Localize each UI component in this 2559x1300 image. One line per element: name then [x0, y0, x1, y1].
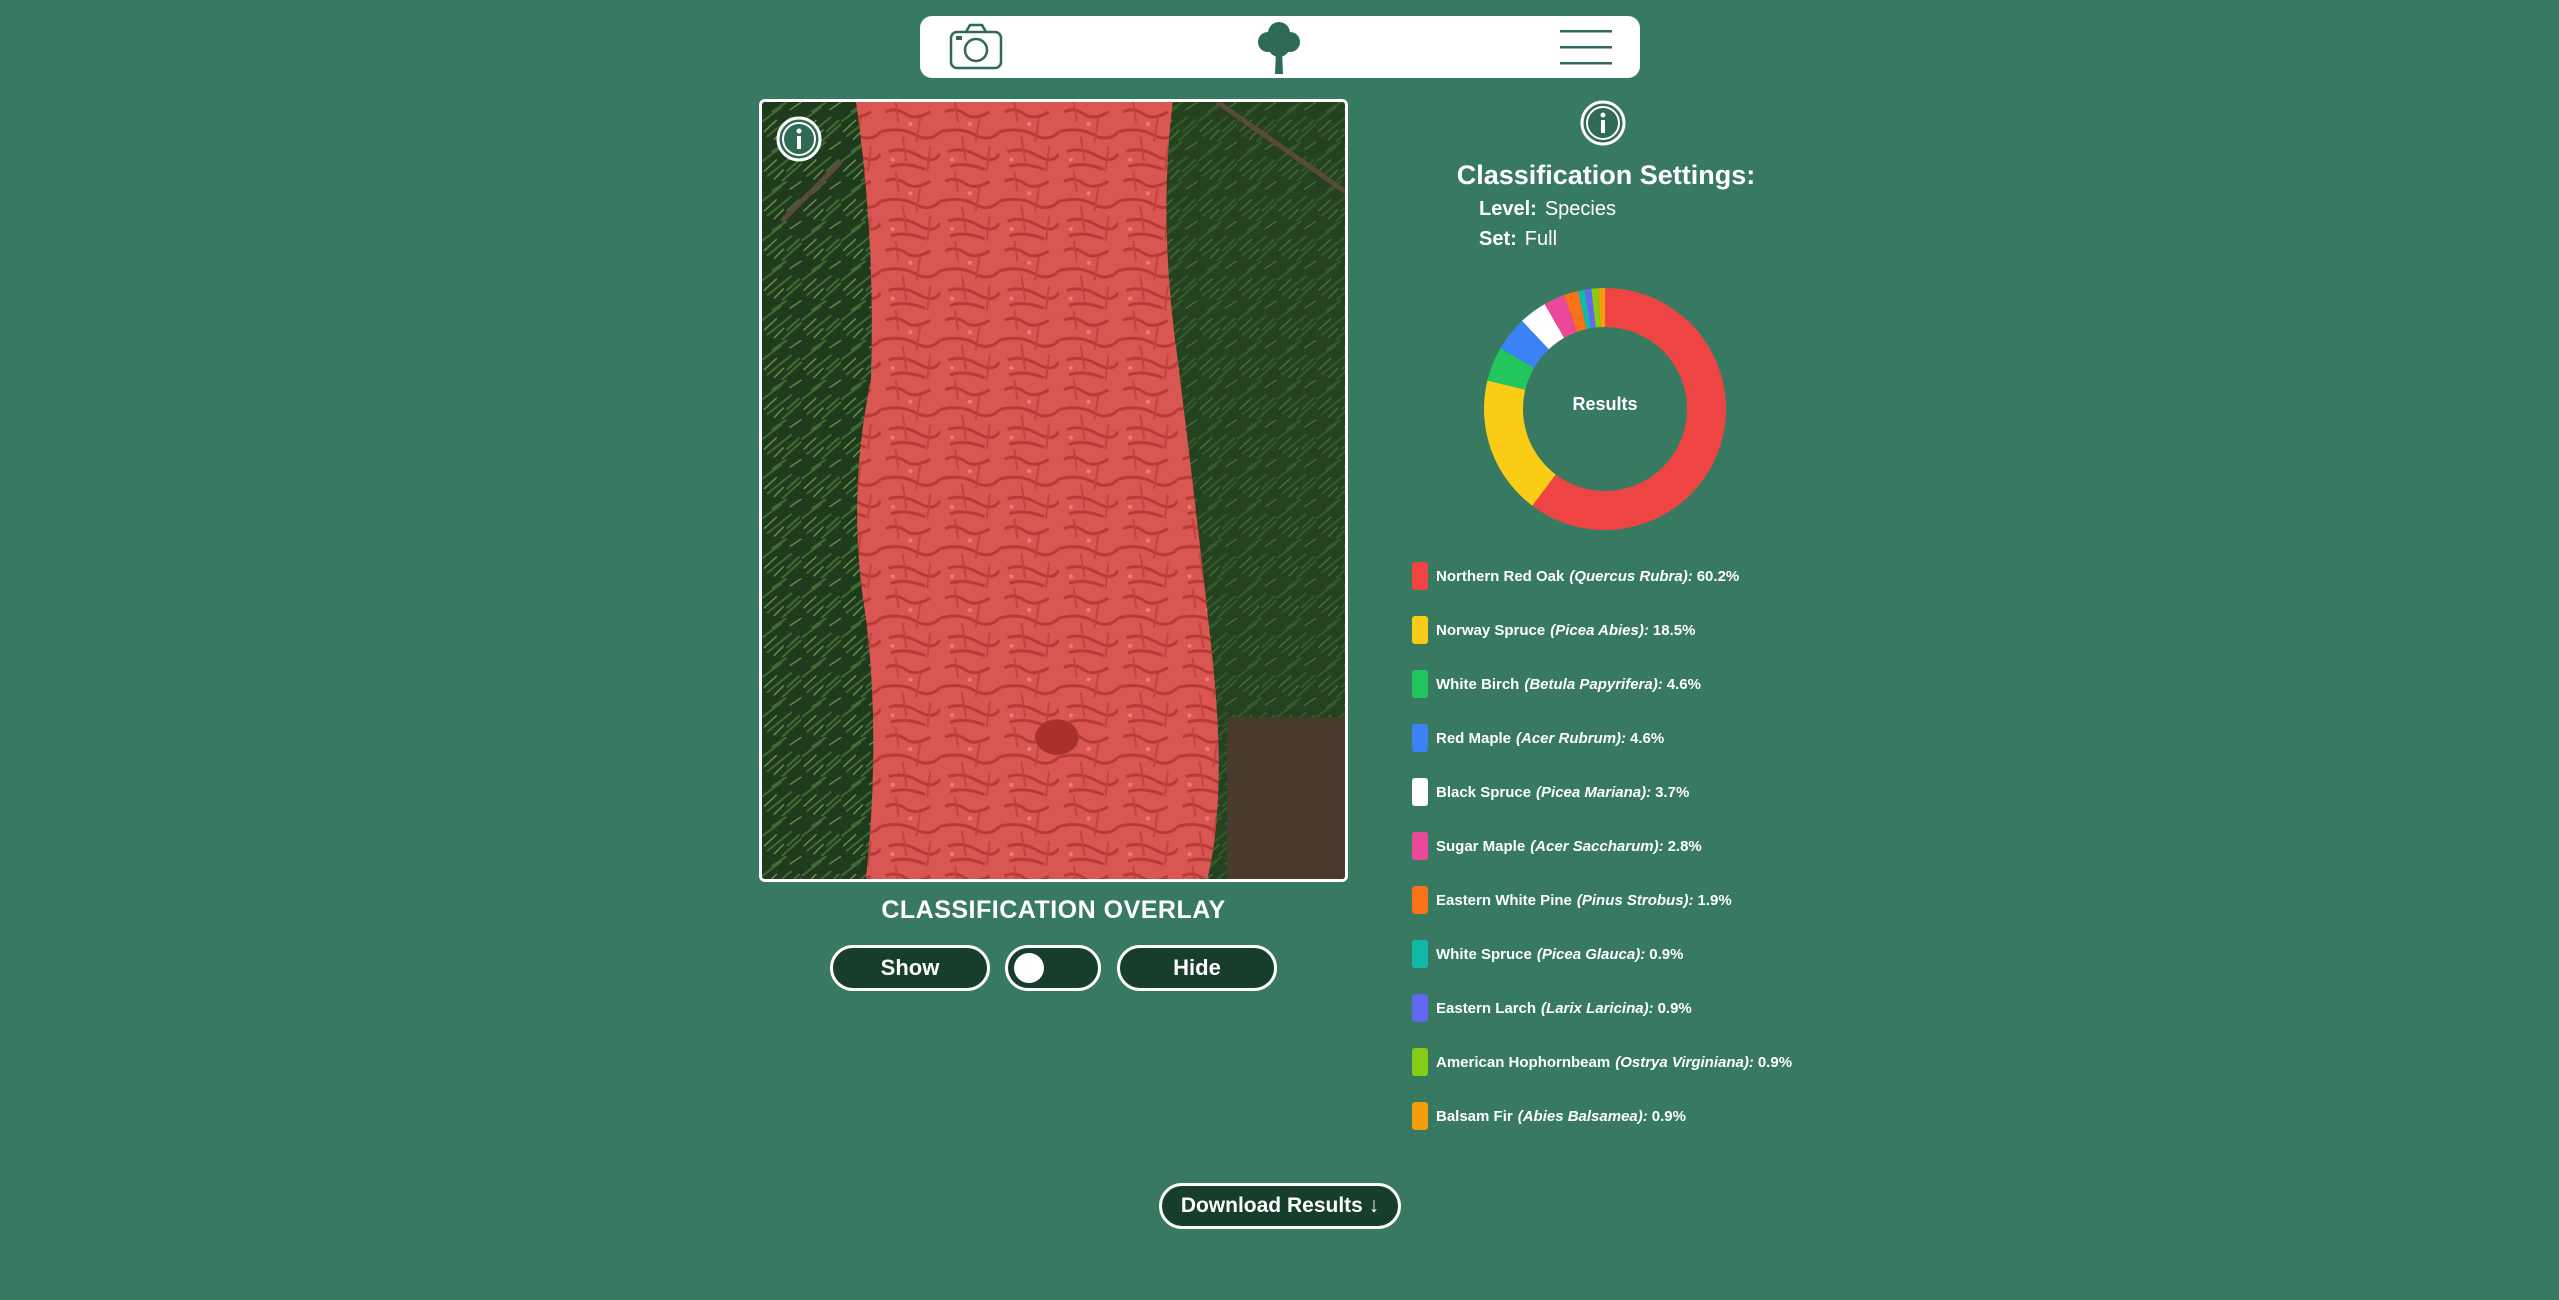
- legend-latin-name: (Acer Rubrum):: [1516, 729, 1627, 747]
- legend-item: American Hophornbeam (Ostrya Virginiana):…: [1412, 1048, 1792, 1076]
- legend-item: Sugar Maple (Acer Saccharum): 2.8%: [1412, 832, 1702, 860]
- legend-latin-name: (Larix Laricina):: [1541, 999, 1654, 1017]
- legend-swatch: [1412, 562, 1428, 590]
- settings-title: Classification Settings:: [1456, 160, 1756, 190]
- legend-swatch: [1412, 886, 1428, 914]
- legend-swatch: [1412, 724, 1428, 752]
- legend-swatch: [1412, 1102, 1428, 1130]
- legend-species-name: Northern Red Oak: [1436, 567, 1565, 585]
- legend-percentage: 0.9%: [1757, 1053, 1793, 1071]
- overlay-toggle[interactable]: [1005, 945, 1101, 991]
- legend-latin-name: (Pinus Strobus):: [1576, 891, 1694, 909]
- legend-percentage: 1.9%: [1697, 891, 1732, 909]
- legend-percentage: 0.9%: [1651, 1107, 1686, 1125]
- hamburger-menu-icon[interactable]: [1560, 28, 1612, 66]
- legend-percentage: 60.2%: [1696, 567, 1740, 585]
- legend-latin-name: (Picea Mariana):: [1536, 783, 1652, 801]
- setting-set-value: Full: [1524, 228, 1558, 250]
- legend-latin-name: (Quercus Rubra):: [1569, 567, 1693, 585]
- legend-species-name: American Hophornbeam: [1436, 1053, 1611, 1071]
- legend-swatch: [1412, 832, 1428, 860]
- legend-species-name: Balsam Fir: [1436, 1107, 1513, 1125]
- legend-item: Black Spruce (Picea Mariana): 3.7%: [1412, 778, 1689, 806]
- legend-species-name: Eastern White Pine: [1436, 891, 1572, 909]
- info-icon[interactable]: [776, 116, 822, 162]
- legend-item: Northern Red Oak (Quercus Rubra): 60.2%: [1412, 562, 1739, 590]
- legend-latin-name: (Picea Glauca):: [1536, 945, 1646, 963]
- legend-latin-name: (Picea Abies):: [1550, 621, 1649, 639]
- legend-percentage: 2.8%: [1667, 837, 1702, 855]
- legend-swatch: [1412, 1048, 1428, 1076]
- legend-species-name: Eastern Larch: [1436, 999, 1537, 1017]
- legend-latin-name: (Ostrya Virginiana):: [1615, 1053, 1754, 1071]
- legend-item: Eastern Larch (Larix Laricina): 0.9%: [1412, 994, 1692, 1022]
- donut-center-label: Results: [1572, 394, 1638, 414]
- top-navbar: [920, 16, 1640, 78]
- download-results-button[interactable]: Download Results ↓: [1159, 1183, 1401, 1229]
- show-overlay-button[interactable]: Show: [830, 945, 990, 991]
- setting-level-key: Level:: [1479, 198, 1537, 220]
- setting-level: Level: Species: [1479, 198, 1616, 221]
- legend-item: White Spruce (Picea Glauca): 0.9%: [1412, 940, 1683, 968]
- camera-icon[interactable]: [948, 22, 1004, 72]
- legend-swatch: [1412, 616, 1428, 644]
- legend-swatch: [1412, 994, 1428, 1022]
- legend-item: Red Maple (Acer Rubrum): 4.6%: [1412, 724, 1664, 752]
- legend-species-name: Sugar Maple: [1436, 837, 1526, 855]
- legend-item: Eastern White Pine (Pinus Strobus): 1.9%: [1412, 886, 1732, 914]
- overlay-title: CLASSIFICATION OVERLAY: [881, 896, 1226, 924]
- setting-level-value: Species: [1544, 198, 1616, 220]
- legend-percentage: 4.6%: [1630, 729, 1665, 747]
- setting-set: Set: Full: [1479, 228, 1557, 251]
- legend-species-name: White Spruce: [1436, 945, 1532, 963]
- legend-percentage: 0.9%: [1657, 999, 1692, 1017]
- hide-overlay-button[interactable]: Hide: [1117, 945, 1277, 991]
- legend-latin-name: (Abies Balsamea):: [1517, 1107, 1648, 1125]
- legend-percentage: 0.9%: [1649, 945, 1684, 963]
- legend-item: Balsam Fir (Abies Balsamea): 0.9%: [1412, 1102, 1686, 1130]
- legend-percentage: 3.7%: [1655, 783, 1690, 801]
- setting-set-key: Set:: [1479, 228, 1517, 250]
- legend-latin-name: (Acer Saccharum):: [1530, 837, 1664, 855]
- legend-percentage: 18.5%: [1652, 621, 1696, 639]
- info-icon[interactable]: [1580, 100, 1626, 146]
- legend-latin-name: (Betula Papyrifera):: [1524, 675, 1663, 693]
- tree-bark-photo: [762, 102, 1345, 879]
- legend-swatch: [1412, 778, 1428, 806]
- legend-item: White Birch (Betula Papyrifera): 4.6%: [1412, 670, 1701, 698]
- bark-photo-with-overlay: [759, 99, 1348, 882]
- legend-swatch: [1412, 670, 1428, 698]
- legend-swatch: [1412, 940, 1428, 968]
- legend-species-name: Red Maple: [1436, 729, 1512, 747]
- tree-icon[interactable]: [1256, 20, 1302, 74]
- legend-species-name: Black Spruce: [1436, 783, 1532, 801]
- legend-species-name: Norway Spruce: [1436, 621, 1546, 639]
- toggle-knob: [1014, 953, 1044, 983]
- legend-species-name: White Birch: [1436, 675, 1520, 693]
- legend-percentage: 4.6%: [1666, 675, 1701, 693]
- legend-item: Norway Spruce (Picea Abies): 18.5%: [1412, 616, 1695, 644]
